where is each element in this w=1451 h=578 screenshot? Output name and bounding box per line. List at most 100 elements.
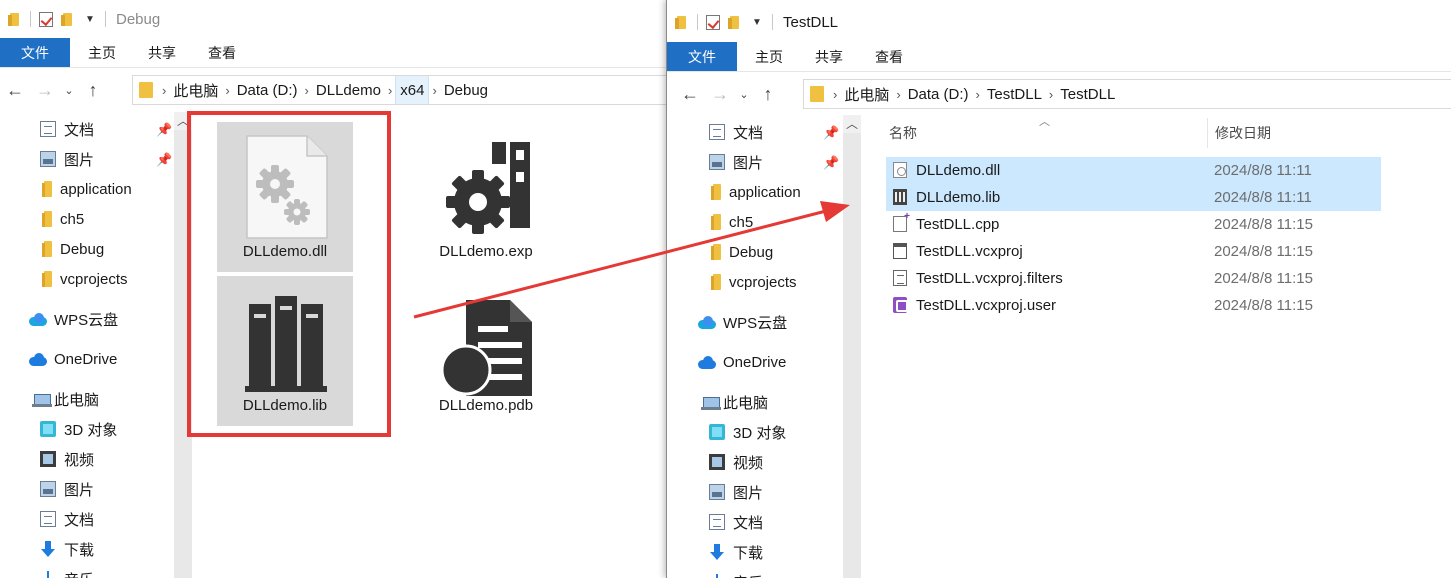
breadcrumb-testdll[interactable]: TestDLL xyxy=(983,80,1046,108)
breadcrumb-testdll-sub[interactable]: TestDLL xyxy=(1056,80,1119,108)
chevron-right-icon[interactable]: › xyxy=(830,87,840,102)
address-bar[interactable]: › 此电脑 › Data (D:) › TestDLL › TestDLL xyxy=(803,79,1451,109)
chevron-right-icon[interactable]: › xyxy=(893,87,903,102)
file-row-testdll-filters[interactable]: TestDLL.vcxproj.filters 2024/8/8 11:15 xyxy=(886,265,1381,292)
file-row-dlldemo-dll[interactable]: DLLdemo.dll 2024/8/8 11:11 xyxy=(886,157,1381,184)
nav-label: 音乐 xyxy=(733,572,763,578)
nav-item-documents-pc[interactable]: 文档 xyxy=(709,508,763,536)
nav-item-debug[interactable]: Debug xyxy=(42,235,104,263)
nav-item-pictures-pc[interactable]: 图片 xyxy=(40,475,94,503)
nav-item-ch5[interactable]: ch5 xyxy=(42,205,84,233)
properties-icon[interactable] xyxy=(706,14,720,30)
tab-file[interactable]: 文件 xyxy=(0,38,70,67)
breadcrumb-this-pc[interactable]: 此电脑 xyxy=(169,76,222,104)
recent-chevron-icon[interactable]: ⌄ xyxy=(60,84,78,97)
nav-item-this-pc[interactable]: 此电脑 xyxy=(32,385,99,413)
nav-item-vcprojects[interactable]: vcprojects xyxy=(42,265,128,293)
nav-item-downloads[interactable]: 下载 xyxy=(709,538,763,566)
nav-item-onedrive[interactable]: OneDrive xyxy=(697,348,786,376)
nav-item-pictures[interactable]: 图片 xyxy=(709,148,763,176)
nav-item-onedrive[interactable]: OneDrive xyxy=(28,345,117,373)
chevron-right-icon[interactable]: › xyxy=(973,87,983,102)
nav-item-debug[interactable]: Debug xyxy=(711,238,773,266)
tab-file[interactable]: 文件 xyxy=(667,42,737,71)
forward-arrow-icon[interactable]: → xyxy=(30,80,60,101)
breadcrumb-drive[interactable]: Data (D:) xyxy=(904,80,973,108)
breadcrumb-drive[interactable]: Data (D:) xyxy=(233,76,302,104)
address-bar[interactable]: › 此电脑 › Data (D:) › DLLdemo › x64 › Debu… xyxy=(132,75,666,105)
recent-chevron-icon[interactable]: ⌄ xyxy=(735,88,753,101)
column-separator[interactable] xyxy=(1207,118,1208,148)
tab-share[interactable]: 共享 xyxy=(799,42,859,71)
nav-item-videos[interactable]: 视频 xyxy=(40,445,94,473)
nav-item-wps-cloud[interactable]: WPS云盘 xyxy=(697,308,787,336)
column-header-name[interactable]: 名称 xyxy=(889,118,917,148)
tab-home[interactable]: 主页 xyxy=(739,42,799,71)
nav-item-vcprojects[interactable]: vcprojects xyxy=(711,268,797,296)
chevron-right-icon[interactable]: › xyxy=(159,83,169,98)
nav-item-3d-objects[interactable]: 3D 对象 xyxy=(40,415,117,443)
sort-ascending-icon[interactable]: ︿ xyxy=(1039,113,1050,129)
chevron-right-icon[interactable]: › xyxy=(302,83,312,98)
nav-item-application[interactable]: application xyxy=(711,178,801,206)
nav-item-documents-pc[interactable]: 文档 xyxy=(40,505,94,533)
nav-item-3d-objects[interactable]: 3D 对象 xyxy=(709,418,786,446)
file-row-testdll-cpp[interactable]: TestDLL.cpp 2024/8/8 11:15 xyxy=(886,211,1381,238)
nav-scrollbar[interactable]: ︿ xyxy=(843,115,861,578)
folder-icon[interactable] xyxy=(675,15,689,29)
nav-item-pictures-pc[interactable]: 图片 xyxy=(709,478,763,506)
file-tile-pdb[interactable]: DLLdemo.pdb xyxy=(418,276,554,426)
back-arrow-icon[interactable]: ← xyxy=(675,84,705,105)
nav-item-music[interactable]: 音乐 xyxy=(40,565,94,578)
breadcrumb-x64[interactable]: x64 xyxy=(395,76,430,104)
nav-item-documents[interactable]: 文档 xyxy=(709,118,763,146)
up-arrow-icon[interactable]: ↑ xyxy=(753,84,783,105)
chevron-down-icon[interactable]: ▼ xyxy=(750,17,764,28)
new-folder-icon[interactable] xyxy=(728,15,742,29)
folder-icon[interactable] xyxy=(8,12,22,26)
properties-icon[interactable] xyxy=(39,11,53,27)
computer-icon xyxy=(701,394,721,410)
new-folder-icon[interactable] xyxy=(61,12,75,26)
chevron-right-icon[interactable]: › xyxy=(1046,87,1056,102)
chevron-down-icon[interactable]: ▼ xyxy=(83,14,97,25)
nav-item-wps-cloud[interactable]: WPS云盘 xyxy=(28,305,118,333)
file-date: 2024/8/8 11:11 xyxy=(1214,162,1312,179)
up-arrow-icon[interactable]: ↑ xyxy=(78,80,108,101)
nav-item-music[interactable]: 音乐 xyxy=(709,568,763,578)
nav-item-application[interactable]: application xyxy=(42,175,132,203)
file-tile-exp[interactable]: DLLdemo.exp xyxy=(418,122,554,272)
nav-label: 视频 xyxy=(733,454,764,472)
file-row-dlldemo-lib[interactable]: DLLdemo.lib 2024/8/8 11:11 xyxy=(886,184,1381,211)
tab-home[interactable]: 主页 xyxy=(72,38,132,67)
pin-icon[interactable]: 📌 xyxy=(823,155,839,171)
file-row-testdll-user[interactable]: TestDLL.vcxproj.user 2024/8/8 11:15 xyxy=(886,292,1381,319)
tab-view[interactable]: 查看 xyxy=(192,38,252,67)
nav-item-pictures[interactable]: 图片 xyxy=(40,145,94,173)
nav-item-this-pc[interactable]: 此电脑 xyxy=(701,388,768,416)
pin-icon[interactable]: 📌 xyxy=(156,122,172,138)
breadcrumb-this-pc[interactable]: 此电脑 xyxy=(840,80,893,108)
breadcrumb-dlldemo[interactable]: DLLdemo xyxy=(312,76,385,104)
pin-icon[interactable]: 📌 xyxy=(156,152,172,168)
column-header-modified[interactable]: 修改日期 xyxy=(1215,118,1271,148)
breadcrumb-debug[interactable]: Debug xyxy=(440,76,492,104)
scroll-up-icon[interactable]: ︿ xyxy=(843,115,861,133)
nav-item-videos[interactable]: 视频 xyxy=(709,448,763,476)
nav-label: OneDrive xyxy=(723,353,787,371)
chevron-right-icon[interactable]: › xyxy=(385,83,395,98)
nav-item-ch5[interactable]: ch5 xyxy=(711,208,753,236)
forward-arrow-icon[interactable]: → xyxy=(705,84,735,105)
pin-icon[interactable]: 📌 xyxy=(823,125,839,141)
tab-view[interactable]: 查看 xyxy=(859,42,919,71)
nav-item-documents[interactable]: 文档 xyxy=(40,115,94,143)
file-name: DLLdemo.exp xyxy=(439,243,533,260)
chevron-right-icon[interactable]: › xyxy=(222,83,232,98)
back-arrow-icon[interactable]: ← xyxy=(0,80,30,101)
file-row-testdll-vcxproj[interactable]: TestDLL.vcxproj 2024/8/8 11:15 xyxy=(886,238,1381,265)
nav-item-downloads[interactable]: 下载 xyxy=(40,535,94,563)
tab-share[interactable]: 共享 xyxy=(132,38,192,67)
nav-label: ch5 xyxy=(60,210,85,228)
chevron-right-icon[interactable]: › xyxy=(429,83,439,98)
separator xyxy=(30,11,31,27)
